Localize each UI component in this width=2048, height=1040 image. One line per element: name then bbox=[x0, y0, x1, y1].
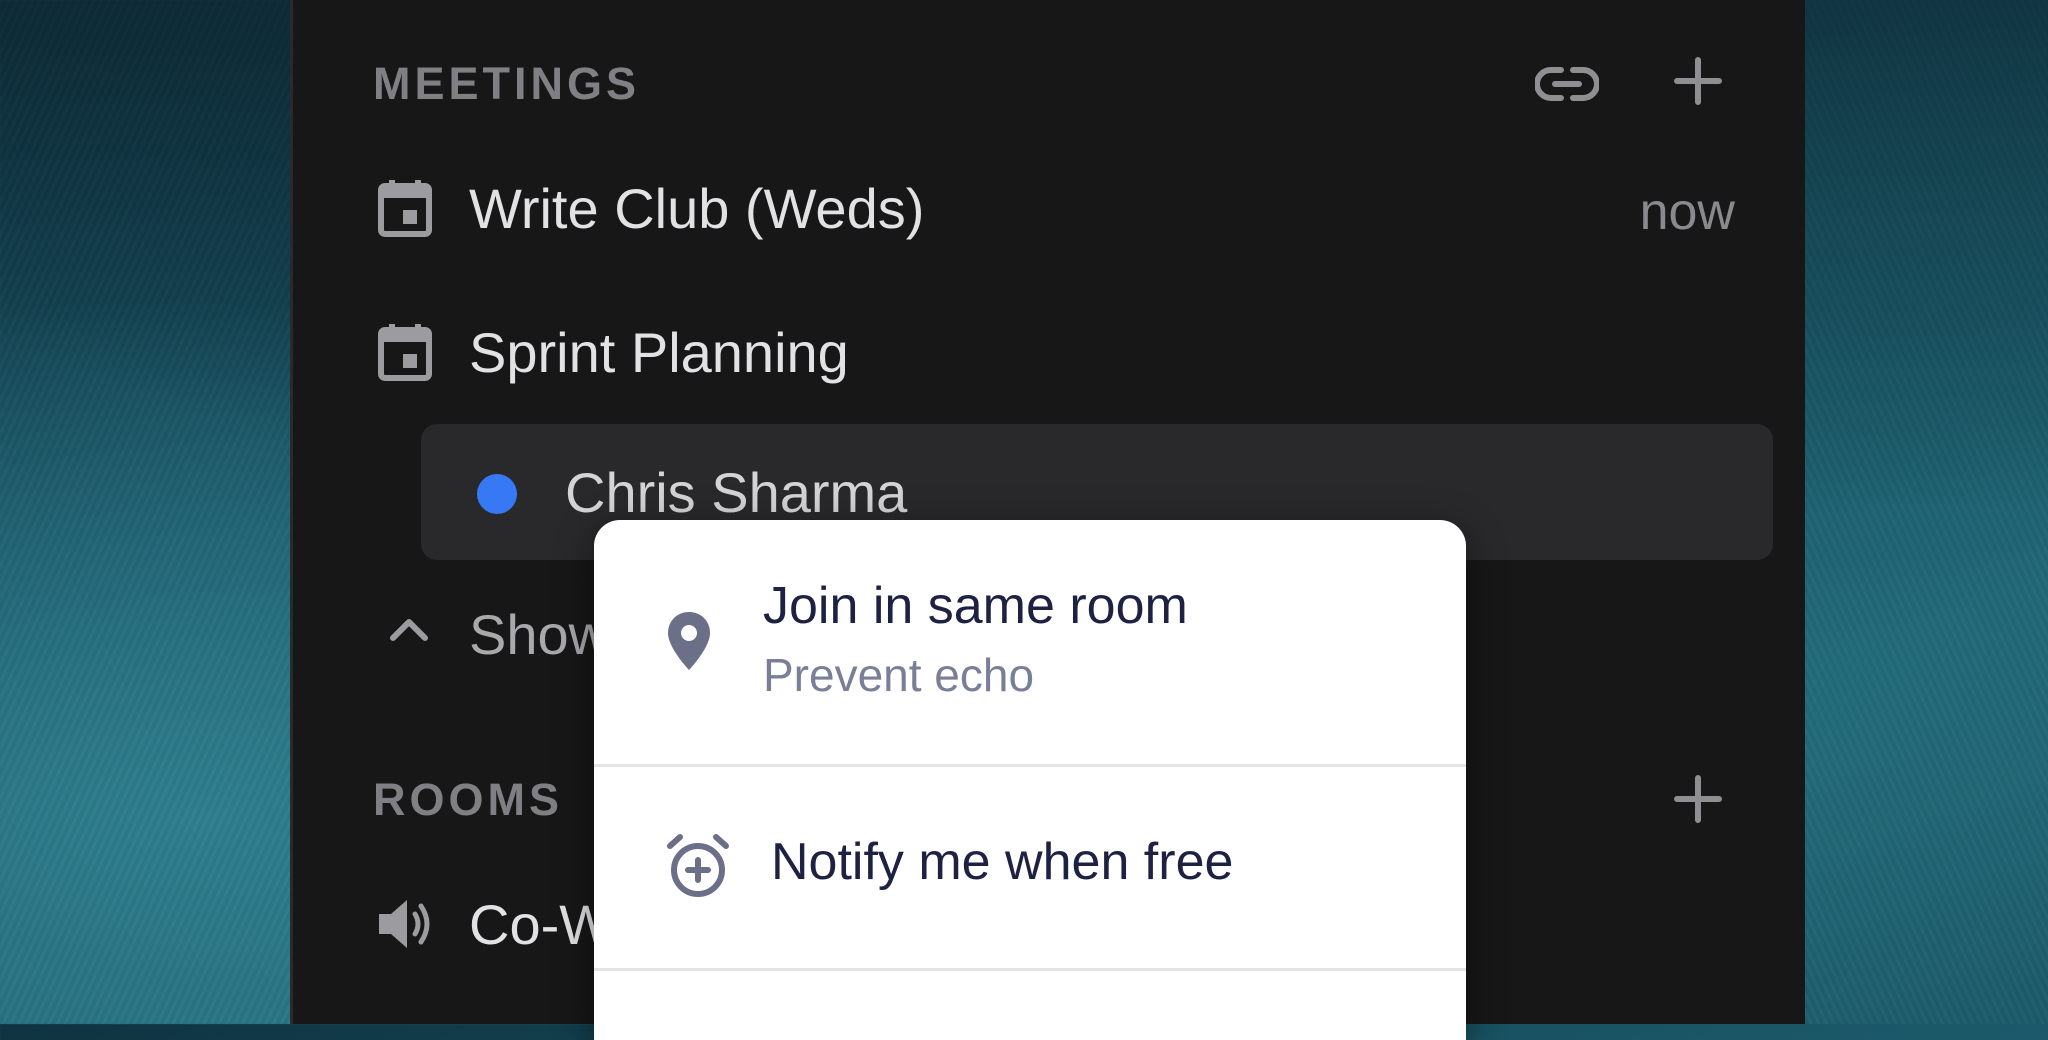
meeting-label: Write Club (Weds) bbox=[469, 177, 925, 240]
show-toggle-label: Show bbox=[469, 603, 610, 666]
participant-context-menu: Join in same room Prevent echo Notify me… bbox=[594, 520, 1466, 1040]
meeting-label: Sprint Planning bbox=[469, 321, 849, 384]
room-label: Co-W bbox=[469, 893, 613, 956]
meeting-time: now bbox=[1639, 183, 1735, 241]
calendar-icon bbox=[377, 322, 433, 387]
participant-name: Chris Sharma bbox=[565, 461, 908, 524]
wallpaper-left bbox=[0, 0, 290, 1024]
menu-item-title: Notify me when free bbox=[771, 833, 1234, 891]
location-pin-icon bbox=[666, 610, 712, 677]
alarm-plus-icon bbox=[664, 832, 732, 905]
notify-when-free-menu-item[interactable]: Notify me when free bbox=[594, 766, 1466, 966]
meetings-section-title: MEETINGS bbox=[373, 58, 641, 109]
presence-status-dot bbox=[477, 474, 517, 514]
chevron-up-icon bbox=[389, 614, 429, 649]
menu-item-partial[interactable] bbox=[594, 970, 1466, 1040]
join-same-room-menu-item[interactable]: Join in same room Prevent echo bbox=[594, 520, 1466, 764]
rooms-section-title: ROOMS bbox=[373, 774, 564, 825]
wallpaper-right bbox=[1802, 0, 2048, 1024]
menu-item-subtitle: Prevent echo bbox=[763, 649, 1035, 701]
add-meeting-plus-icon[interactable] bbox=[1673, 56, 1723, 111]
add-room-plus-icon[interactable] bbox=[1673, 774, 1723, 829]
speaker-icon bbox=[375, 896, 435, 957]
link-icon[interactable] bbox=[1534, 58, 1600, 115]
menu-item-title: Join in same room bbox=[763, 577, 1188, 635]
calendar-icon bbox=[377, 178, 433, 243]
